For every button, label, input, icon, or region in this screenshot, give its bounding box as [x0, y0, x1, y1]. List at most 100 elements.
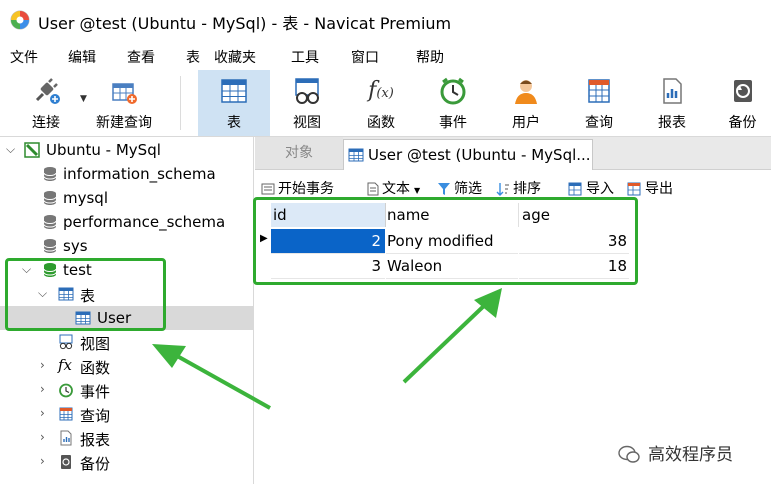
export-icon	[627, 182, 641, 196]
menu-window[interactable]: 窗口	[351, 47, 379, 67]
tree-db-label: information_schema	[63, 165, 216, 183]
table-icon	[221, 79, 247, 103]
tree-db-mysql[interactable]: mysql	[0, 186, 253, 210]
user-label: 用户	[512, 115, 540, 131]
query-label: 查询	[585, 115, 613, 131]
function-label: 函数	[367, 115, 395, 131]
tree-reports-label: 报表	[80, 431, 111, 449]
tree-events-label: 事件	[80, 383, 111, 401]
begin-transaction-button[interactable]: 开始事务	[261, 178, 334, 198]
table-label: 表	[227, 115, 241, 131]
report-label: 报表	[658, 115, 686, 131]
chevron-right-icon[interactable]: ›	[40, 430, 52, 446]
query-icon	[588, 79, 610, 103]
dropdown-arrow-icon[interactable]: ▼	[414, 186, 420, 195]
tree-backups-node[interactable]: › 备份	[0, 450, 253, 474]
import-button[interactable]: 导入	[568, 178, 614, 198]
clock-icon	[59, 383, 73, 398]
menu-tools[interactable]: 工具	[291, 47, 319, 67]
user-button[interactable]: 用户	[495, 70, 557, 136]
tree-functions-node[interactable]: › fx 函数	[0, 354, 253, 378]
tree-views-label: 视图	[80, 335, 111, 353]
connect-dropdown-icon[interactable]: ▼	[80, 94, 87, 104]
view-label: 视图	[293, 115, 321, 131]
backup-button[interactable]: 备份	[714, 70, 771, 136]
tree-connection-label: Ubuntu - MySql	[46, 141, 161, 159]
menu-view[interactable]: 查看	[127, 47, 155, 67]
chevron-right-icon[interactable]: ›	[40, 454, 52, 470]
query-button[interactable]: 查询	[568, 70, 630, 136]
filter-label: 筛选	[454, 181, 482, 197]
highlight-box-grid	[253, 197, 638, 285]
import-label: 导入	[586, 181, 614, 197]
tree-db-sys[interactable]: sys	[0, 234, 253, 258]
tab-user-label: User @test (Ubuntu - MySql...	[368, 146, 591, 164]
menu-edit[interactable]: 编辑	[68, 47, 96, 67]
sort-button[interactable]: 排序	[496, 178, 541, 198]
event-label: 事件	[439, 115, 467, 131]
chevron-right-icon[interactable]: ›	[40, 406, 52, 422]
tree-db-performance-schema[interactable]: performance_schema	[0, 210, 253, 234]
chevron-down-icon[interactable]: ⌵	[6, 142, 18, 158]
text-button[interactable]: 文本 ▼	[367, 178, 420, 198]
backup-icon	[61, 455, 71, 469]
menu-help[interactable]: 帮助	[416, 47, 444, 67]
tree-events-node[interactable]: › 事件	[0, 378, 253, 402]
function-icon: fx	[58, 356, 73, 374]
highlight-box-tree	[5, 258, 166, 331]
function-button[interactable]: f(x) 函数	[350, 70, 412, 136]
tab-bar: 对象 User @test (Ubuntu - MySql...	[255, 137, 771, 170]
plug-icon	[35, 78, 60, 104]
user-icon	[515, 80, 537, 104]
toolbar-divider	[180, 76, 181, 130]
tree-queries-label: 查询	[80, 407, 111, 425]
tab-user-table[interactable]: User @test (Ubuntu - MySql...	[343, 139, 593, 170]
mysql-connection-icon	[24, 142, 40, 158]
database-icon	[43, 239, 57, 253]
window-title: User @test (Ubuntu - MySql) - 表 - Navica…	[38, 14, 452, 33]
navicat-logo-icon	[10, 10, 30, 30]
report-icon	[663, 78, 682, 104]
view-icon	[295, 78, 319, 104]
sort-label: 排序	[513, 181, 541, 197]
watermark: 高效程序员	[618, 440, 733, 465]
tree-queries-node[interactable]: › 查询	[0, 402, 253, 426]
chevron-right-icon[interactable]: ›	[40, 358, 52, 374]
transaction-icon	[261, 183, 275, 195]
main-toolbar: 连接 ▼ 新建查询 表 视图 f(x) 函数 事件 用户 查询 报表 备份	[0, 70, 771, 137]
event-button[interactable]: 事件	[422, 70, 484, 136]
table-button[interactable]: 表	[198, 70, 270, 136]
report-button[interactable]: 报表	[641, 70, 703, 136]
chevron-right-icon[interactable]: ›	[40, 382, 52, 398]
tree-views-node[interactable]: 视图	[0, 330, 253, 354]
import-icon	[568, 182, 582, 196]
menu-file[interactable]: 文件	[10, 47, 38, 67]
export-button[interactable]: 导出	[627, 178, 673, 198]
tree-db-label: sys	[63, 237, 88, 255]
tree-backups-label: 备份	[80, 455, 111, 473]
new-query-button[interactable]: 新建查询	[90, 70, 158, 136]
tree-reports-node[interactable]: › 报表	[0, 426, 253, 450]
document-icon	[367, 182, 379, 196]
tree-connection[interactable]: ⌵ Ubuntu - MySql	[0, 138, 253, 162]
query-icon	[59, 407, 73, 421]
new-query-icon	[112, 83, 137, 104]
tree-db-label: mysql	[63, 189, 108, 207]
report-icon	[60, 430, 72, 446]
connect-button[interactable]: 连接	[16, 70, 76, 136]
filter-button[interactable]: 筛选	[437, 178, 482, 198]
title-bar: User @test (Ubuntu - MySql) - 表 - Navica…	[0, 0, 771, 40]
menu-table[interactable]: 表	[186, 47, 200, 67]
filter-icon	[438, 183, 450, 195]
tree-functions-label: 函数	[80, 359, 111, 377]
table-toolbar: 开始事务 文本 ▼ 筛选 排序 导入 导出	[255, 172, 771, 200]
menu-bar: 文件 编辑 查看 表 收藏夹 工具 窗口 帮助	[0, 42, 771, 70]
view-icon	[59, 334, 73, 350]
menu-favorites[interactable]: 收藏夹	[214, 47, 256, 67]
tab-objects[interactable]: 对象	[255, 137, 343, 169]
text-label: 文本	[382, 181, 410, 197]
tree-db-information-schema[interactable]: information_schema	[0, 162, 253, 186]
clock-icon	[440, 77, 466, 105]
view-button[interactable]: 视图	[276, 70, 338, 136]
wechat-icon	[618, 445, 640, 463]
